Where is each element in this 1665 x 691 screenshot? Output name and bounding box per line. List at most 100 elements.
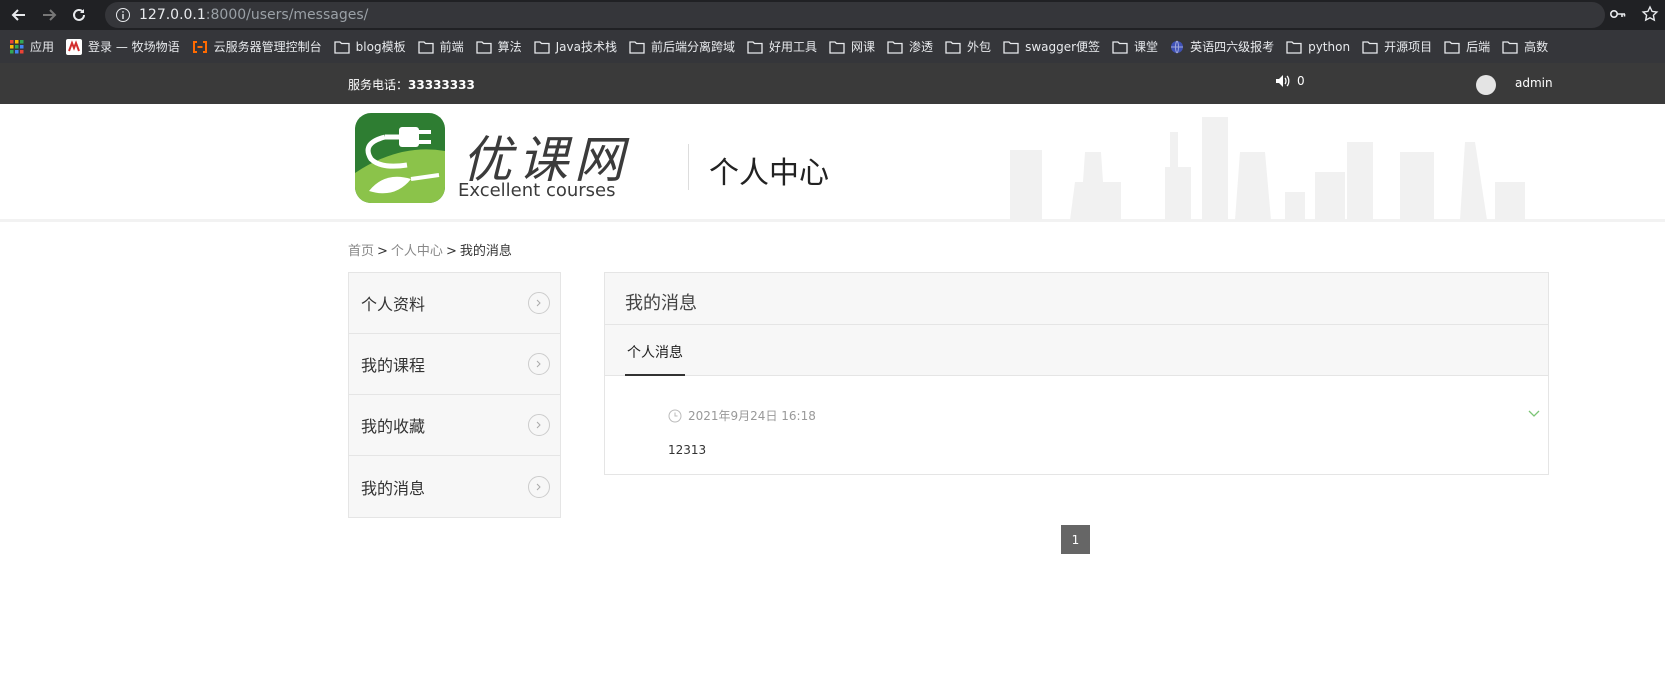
bookmark-item[interactable]: 课堂 bbox=[1112, 38, 1158, 55]
breadcrumb-center[interactable]: 个人中心 bbox=[391, 244, 443, 259]
bookmark-item[interactable]: 英语四六级报考 bbox=[1170, 38, 1274, 55]
key-icon[interactable] bbox=[1609, 5, 1627, 23]
chevron-down-icon[interactable] bbox=[1528, 408, 1540, 418]
bookmark-label: 前后端分离跨域 bbox=[650, 40, 735, 54]
message-body: 12313 bbox=[668, 443, 707, 457]
sidebar-item-profile[interactable]: 个人资料 bbox=[349, 273, 560, 334]
folder-icon bbox=[1502, 40, 1524, 54]
sidebar-item-messages[interactable]: 我的消息 bbox=[349, 456, 560, 517]
bookmark-label: 算法 bbox=[497, 40, 522, 54]
sidebar-item-label: 我的收藏 bbox=[361, 417, 426, 436]
bookmark-label: 前端 bbox=[439, 40, 464, 54]
folder-icon bbox=[417, 40, 440, 54]
bookmark-label: 网课 bbox=[851, 40, 876, 54]
bookmark-item[interactable]: 前后端分离跨域 bbox=[629, 38, 735, 55]
message-date: 2021年9月24日 16:18 bbox=[668, 407, 816, 424]
bookmark-item[interactable]: 外包 bbox=[945, 38, 991, 55]
folder-icon bbox=[1286, 40, 1308, 54]
back-icon[interactable] bbox=[8, 4, 30, 26]
chevron-right-icon bbox=[528, 292, 550, 314]
bookmark-label: 英语四六级报考 bbox=[1190, 40, 1275, 54]
aliyun-icon bbox=[192, 40, 214, 54]
breadcrumb-current: 我的消息 bbox=[459, 244, 512, 259]
chevron-right-icon bbox=[528, 414, 550, 436]
bookmark-item[interactable]: 云服务器管理控制台 bbox=[192, 38, 322, 55]
bookmark-label: Java技术栈 bbox=[555, 40, 617, 54]
folder-icon bbox=[945, 40, 967, 54]
bookmark-item[interactable]: 网课 bbox=[829, 38, 875, 55]
bookmark-label: 应用 bbox=[30, 40, 55, 54]
sidebar-item-favorites[interactable]: 我的收藏 bbox=[349, 395, 560, 456]
bookmark-item[interactable]: 后端 bbox=[1444, 38, 1490, 55]
bookmark-label: 外包 bbox=[967, 40, 992, 54]
logo-plug-icon[interactable] bbox=[355, 113, 445, 203]
bookmark-label: 渗透 bbox=[909, 40, 934, 54]
star-icon[interactable] bbox=[1641, 5, 1659, 23]
bookmark-label: 云服务器管理控制台 bbox=[213, 40, 322, 54]
bookmark-item[interactable]: swagger便签 bbox=[1003, 38, 1100, 55]
site-header: 优课网 Excellent courses 个人中心 bbox=[0, 104, 1665, 222]
breadcrumb: 首页 > 个人中心 > 我的消息 bbox=[348, 240, 512, 259]
logo-text-en: Excellent courses bbox=[458, 180, 616, 201]
bookmark-item[interactable]: 算法 bbox=[475, 38, 522, 55]
apps-grid-icon bbox=[10, 39, 30, 54]
folder-icon bbox=[887, 40, 909, 54]
page-title: 个人中心 bbox=[709, 156, 829, 191]
address-bar[interactable]: 127.0.0.1:8000/users/messages/ bbox=[105, 2, 1605, 28]
reload-icon[interactable] bbox=[68, 4, 90, 26]
breadcrumb-separator: > bbox=[377, 244, 388, 259]
header-divider bbox=[688, 144, 689, 190]
breadcrumb-home[interactable]: 首页 bbox=[348, 244, 374, 259]
panel-tabs: 个人消息 bbox=[605, 325, 1548, 376]
forward-icon[interactable] bbox=[38, 4, 60, 26]
panel-title: 我的消息 bbox=[605, 273, 1548, 325]
chevron-right-icon bbox=[528, 475, 550, 498]
bookmark-item[interactable]: 高数 bbox=[1502, 38, 1548, 55]
bookmark-label: python bbox=[1308, 39, 1351, 54]
folder-icon bbox=[1003, 40, 1025, 54]
service-phone: 服务电话：33333333 bbox=[348, 76, 475, 93]
sidebar-item-courses[interactable]: 我的课程 bbox=[349, 334, 560, 395]
username[interactable]: admin bbox=[1515, 76, 1553, 90]
folder-icon bbox=[533, 40, 556, 54]
folder-icon bbox=[475, 40, 498, 54]
bookmark-item[interactable]: 好用工具 bbox=[747, 38, 817, 55]
messages-panel: 我的消息 个人消息 2021年9月24日 16:18 12313 bbox=[604, 272, 1549, 475]
site-topbar: 服务电话：33333333 0 admin bbox=[0, 63, 1665, 104]
bookmarks-bar: 应用 登录 — 牧场物语 云服务器管理控制台 blog模板 前端 算法 Java技术栈 前后端… bbox=[0, 30, 1665, 63]
url-path: :8000/users/messages/ bbox=[205, 7, 369, 23]
folder-icon bbox=[1444, 40, 1466, 54]
sidebar-item-label: 我的消息 bbox=[361, 478, 426, 498]
folder-icon bbox=[334, 40, 356, 54]
info-icon[interactable] bbox=[115, 7, 131, 23]
city-skyline-decoration bbox=[1010, 117, 1525, 220]
sidebar-item-label: 个人资料 bbox=[361, 295, 426, 314]
bookmark-label: 课堂 bbox=[1134, 40, 1159, 54]
folder-icon bbox=[629, 40, 651, 54]
avatar[interactable] bbox=[1476, 75, 1496, 95]
bookmark-label: 后端 bbox=[1466, 40, 1491, 54]
folder-icon bbox=[747, 40, 769, 54]
tab-personal-messages[interactable]: 个人消息 bbox=[625, 325, 685, 376]
bookmark-item[interactable]: 开源项目 bbox=[1362, 38, 1432, 55]
message-date-text: 2021年9月24日 16:18 bbox=[688, 409, 816, 423]
sidebar-item-label: 我的课程 bbox=[361, 356, 426, 375]
bookmark-item[interactable]: 前端 bbox=[417, 38, 464, 55]
pagination-page-current[interactable]: 1 bbox=[1061, 525, 1090, 554]
bookmark-item[interactable]: 应用 bbox=[10, 38, 54, 55]
clock-icon bbox=[668, 409, 682, 422]
message-notification[interactable]: 0 bbox=[1275, 74, 1305, 88]
phone-label: 服务电话： bbox=[348, 78, 409, 92]
bookmark-item[interactable]: 登录 — 牧场物语 bbox=[66, 38, 180, 55]
bookmark-label: 高数 bbox=[1524, 40, 1549, 54]
bookmark-item[interactable]: blog模板 bbox=[334, 38, 406, 55]
bookmark-item[interactable]: python bbox=[1286, 40, 1350, 54]
message-count: 0 bbox=[1297, 74, 1305, 88]
user-center-sidebar: 个人资料 我的课程 我的收藏 我的消息 bbox=[348, 272, 561, 518]
bookmark-item[interactable]: Java技术栈 bbox=[533, 38, 617, 55]
chevron-right-icon bbox=[528, 353, 550, 375]
folder-icon bbox=[1112, 40, 1134, 54]
bookmark-item[interactable]: 渗透 bbox=[887, 38, 933, 55]
bookmark-label: 好用工具 bbox=[769, 40, 818, 54]
speaker-icon bbox=[1276, 75, 1290, 87]
